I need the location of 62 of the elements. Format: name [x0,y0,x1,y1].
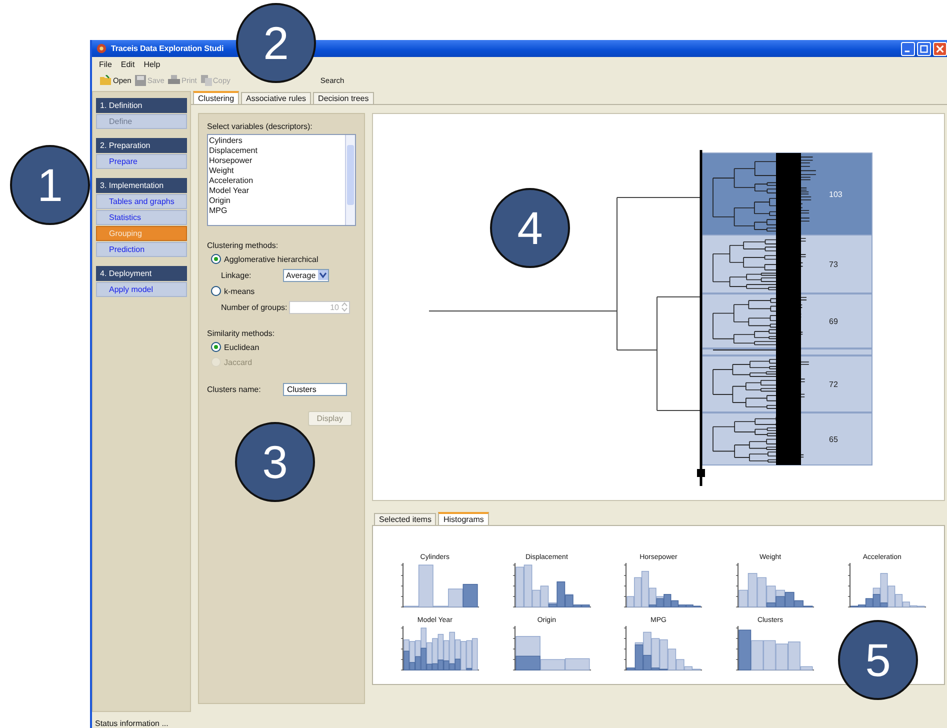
cluster-count: 65 [829,435,838,444]
close-icon [936,44,944,52]
cluster-count: 73 [829,260,838,269]
field-label: Clusters name: [207,385,262,394]
folder-icon [100,75,112,86]
tab[interactable]: Histograms [438,512,489,525]
chevron-down-icon [318,270,328,280]
minimize-button[interactable] [901,42,915,56]
callout-number: 1 [10,145,90,225]
scrollbar[interactable] [345,135,355,225]
maximize-icon [920,44,928,52]
window-title: Traceis Data Exploration Studi [111,44,225,53]
menu-item[interactable]: Help [144,60,160,68]
radio-button[interactable] [211,286,221,296]
list-item[interactable]: Acceleration [209,176,344,186]
field-label: Number of groups: [221,302,288,312]
menu-item[interactable]: Edit [120,60,135,68]
field-label: Similarity methods: [207,329,276,338]
section-header: 3. Implementation [96,178,187,193]
radio-label: Euclidean [224,342,260,352]
cluster-count: 103 [829,190,842,199]
close-button[interactable] [933,42,947,56]
menu-item[interactable]: File [99,60,112,68]
section-header: 1. Definition [96,98,187,113]
printer-icon [168,75,180,86]
tab[interactable]: Clustering [193,91,240,104]
cluster-count: 69 [829,317,838,326]
list-item[interactable]: Origin [209,196,344,206]
radio-button[interactable] [211,254,221,264]
tab[interactable]: Associative rules [241,92,312,104]
app-logo-icon [96,43,107,54]
list-item[interactable]: Horsepower [209,156,344,166]
status-text: Status information ... [95,719,168,728]
clusters-name-field[interactable]: Clusters [283,383,347,396]
field-label: Clustering methods: [207,241,280,250]
nav-item[interactable]: Statistics [96,210,187,225]
tab[interactable]: Selected items [374,513,436,525]
nav-item[interactable]: Tables and graphs [96,194,187,209]
list-item[interactable]: Displacement [209,146,344,156]
radio-label: Jaccard [224,358,252,366]
list-item[interactable]: Cylinders [209,136,344,146]
nav-item[interactable]: Apply model [96,282,187,297]
radio-label: k-means [224,286,255,296]
list-item[interactable]: Model Year [209,186,344,196]
nav-item[interactable]: Prepare [96,154,187,169]
field-label: Linkage: [221,270,252,280]
tab[interactable]: Decision trees [313,92,374,104]
radio-button[interactable] [211,342,221,352]
linkage-dropdown[interactable]: Average [283,268,329,282]
cluster-count: 72 [829,380,838,389]
list-item[interactable]: MPG [209,206,344,216]
nav-item[interactable]: Prediction [96,242,187,257]
spinner-arrows-icon [341,302,348,312]
section-header: 4. Deployment [96,266,187,281]
maximize-button[interactable] [917,42,931,56]
callout-number: 2 [236,3,316,83]
pages-icon [200,75,212,86]
field-label: Select variables (descriptors): [207,122,314,131]
variable-list[interactable]: Cylinders Displacement Horsepower Weight Acceleration Model Year Origin MPG [207,134,356,226]
radio-label: Agglomerative hierarchical [224,254,318,264]
section-header: 2. Preparation [96,138,187,153]
list-item[interactable]: Weight [209,166,344,176]
